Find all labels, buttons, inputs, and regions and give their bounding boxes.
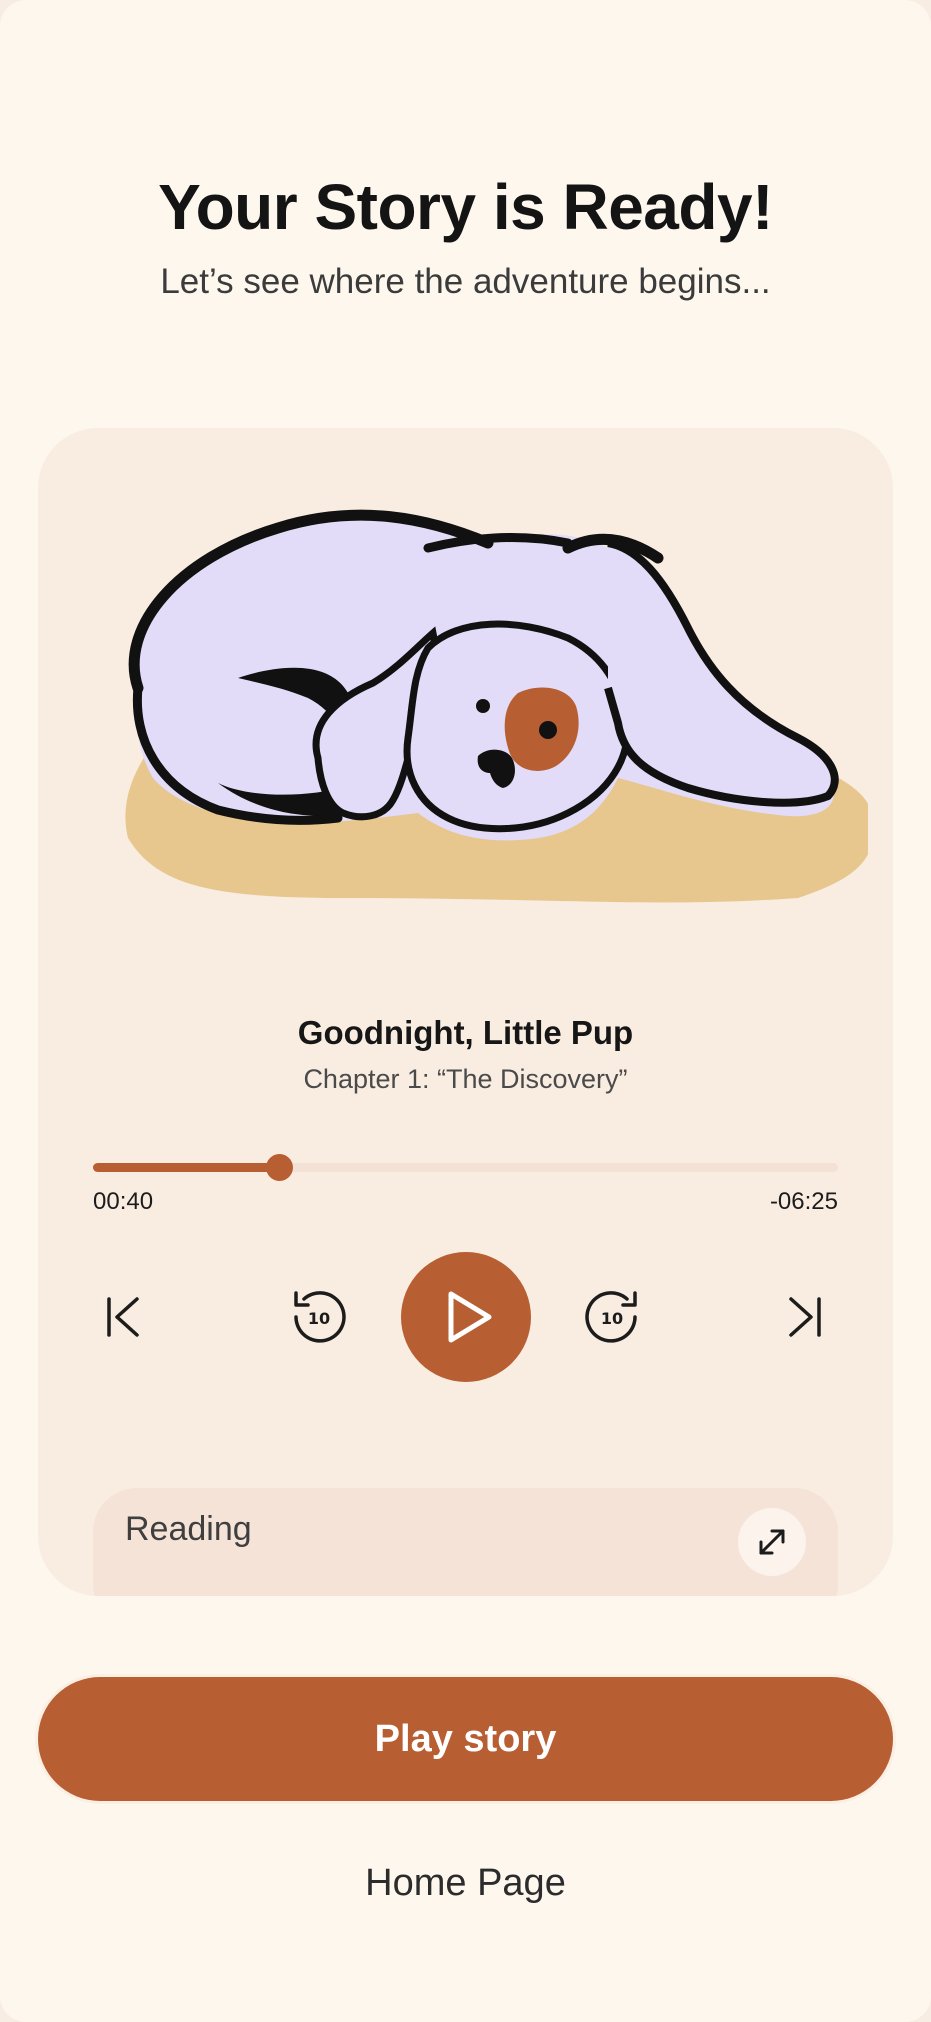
page-title: Your Story is Ready! xyxy=(158,171,773,243)
skip-next-icon xyxy=(789,1297,821,1337)
progress-handle[interactable] xyxy=(266,1154,294,1181)
expand-button[interactable] xyxy=(738,1508,806,1576)
skip-next-button[interactable] xyxy=(772,1284,838,1350)
page-subtitle: Let’s see where the adventure begins... xyxy=(160,262,771,301)
player-card: Goodnight, Little Pup Chapter 1: “The Di… xyxy=(38,428,893,1596)
expand-icon xyxy=(759,1529,785,1555)
puppy-eye-left xyxy=(476,699,490,713)
play-button[interactable] xyxy=(401,1252,531,1382)
skip-previous-button[interactable] xyxy=(90,1284,156,1350)
puppy-eye-right xyxy=(539,721,557,739)
progress-fill xyxy=(93,1163,280,1172)
reading-label: Reading xyxy=(125,1510,252,1548)
play-story-button[interactable]: Play story xyxy=(38,1677,893,1801)
forward-10-label: 10 xyxy=(601,1309,623,1328)
progress-bar[interactable] xyxy=(93,1154,838,1181)
home-page-link[interactable]: Home Page xyxy=(0,1862,931,1905)
forward-10-icon: 10 xyxy=(585,1291,637,1343)
app-screen: Your Story is Ready! Let’s see where the… xyxy=(0,0,931,2022)
rewind-10-icon: 10 xyxy=(294,1291,346,1343)
sleeping-puppy-illustration xyxy=(125,509,868,903)
puppy-ear-right xyxy=(604,539,839,807)
skip-previous-icon xyxy=(107,1297,139,1337)
chapter-title: Chapter 1: “The Discovery” xyxy=(303,1064,628,1094)
rewind-10-label: 10 xyxy=(308,1309,330,1328)
play-icon xyxy=(448,1291,492,1343)
forward-10-button[interactable]: 10 xyxy=(578,1282,648,1352)
time-elapsed: 00:40 xyxy=(93,1188,154,1215)
rewind-10-button[interactable]: 10 xyxy=(283,1282,353,1352)
time-remaining: -06:25 xyxy=(769,1188,838,1215)
reading-panel[interactable]: Reading xyxy=(93,1488,838,1596)
story-title: Goodnight, Little Pup xyxy=(297,1014,634,1051)
